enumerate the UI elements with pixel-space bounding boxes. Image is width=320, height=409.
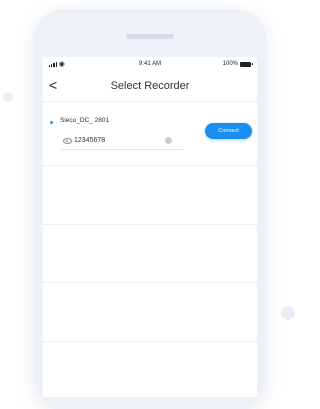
row-divider: [43, 341, 257, 342]
nav-divider: [43, 101, 257, 102]
password-underline: [61, 149, 183, 150]
status-bar-right: 100%: [222, 61, 253, 67]
status-bar: ◉ 9:41 AM 100%: [43, 57, 257, 71]
nav-bar: < Select Recorder: [43, 75, 257, 97]
background-dot-left: [3, 92, 13, 102]
row-divider: [43, 282, 257, 283]
page-title: Select Recorder: [110, 80, 190, 92]
phone-speaker: [126, 34, 174, 39]
row-divider: [43, 165, 257, 166]
battery-icon: [240, 61, 253, 67]
phone-screen: ◉ 9:41 AM 100% < Select Recorder Sieco_D…: [43, 57, 257, 397]
clear-icon[interactable]: [165, 137, 172, 144]
background-dot-right: [281, 306, 295, 320]
row-divider: [43, 224, 257, 225]
password-field[interactable]: 12345678: [74, 137, 105, 144]
device-status-dot: [50, 121, 53, 124]
device-name: Sieco_DC_ 2801: [60, 117, 110, 124]
eye-icon[interactable]: [63, 138, 72, 144]
connect-button[interactable]: Connect: [205, 123, 252, 139]
battery-percent: 100%: [222, 61, 238, 67]
